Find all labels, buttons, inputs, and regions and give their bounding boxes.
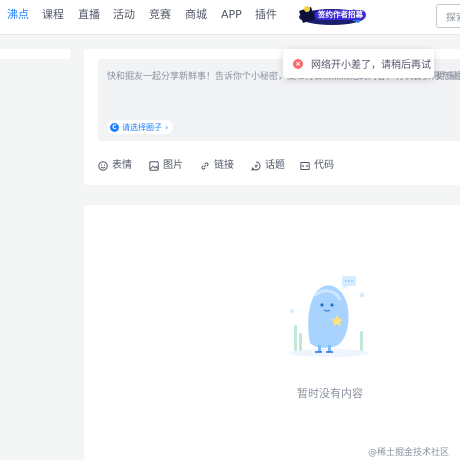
emoji-icon xyxy=(98,161,108,171)
link-button[interactable]: 链接 xyxy=(200,160,234,172)
image-icon xyxy=(149,161,159,171)
watermark: @稀土掘金技术社区 xyxy=(368,448,450,458)
top-nav: 沸点 课程 直播 活动 竞赛 商城 APP 插件 签约作者招募 探索 xyxy=(0,0,460,35)
toast-message: 网络开小差了，请稍后再试 xyxy=(311,60,431,71)
left-sidebar xyxy=(0,49,70,59)
nav-item-mall[interactable]: 商城 xyxy=(185,8,207,22)
nav-item-live[interactable]: 直播 xyxy=(78,8,100,22)
search-input[interactable]: 探索 xyxy=(436,4,460,28)
code-icon xyxy=(300,162,310,170)
select-circle-button[interactable]: C 请选择圈子 › xyxy=(107,120,174,134)
emoji-label: 表情 xyxy=(112,160,132,171)
code-label: 代码 xyxy=(314,160,334,171)
nav-item-app[interactable]: APP xyxy=(221,8,242,22)
composer-placeholder-tail: 更多掘 xyxy=(436,72,460,82)
select-circle-label: 请选择圈子 xyxy=(122,122,162,132)
topic-icon: # xyxy=(251,161,261,171)
link-label: 链接 xyxy=(214,160,234,171)
nav-item-competitions[interactable]: 竞赛 xyxy=(149,8,171,22)
promo-banner[interactable]: 签约作者招募 xyxy=(297,3,367,27)
nav-item-events[interactable]: 活动 xyxy=(113,8,135,22)
error-toast: × 网络开小差了，请稍后再试 xyxy=(283,49,434,78)
nav-item-courses[interactable]: 课程 xyxy=(42,8,64,22)
chevron-right-icon: › xyxy=(165,122,169,132)
search-placeholder: 探索 xyxy=(446,13,460,24)
error-icon: × xyxy=(293,58,303,69)
feed-content: 暂时没有内容 xyxy=(84,205,460,460)
empty-state-text: 暂时没有内容 xyxy=(297,387,363,400)
svg-text:#: # xyxy=(254,164,258,170)
code-button[interactable]: 代码 xyxy=(300,160,334,172)
empty-box-illustration xyxy=(289,276,369,357)
image-button[interactable]: 图片 xyxy=(149,160,183,172)
link-icon xyxy=(201,162,209,170)
topic-button[interactable]: # 话题 xyxy=(251,160,285,172)
promo-text: 签约作者招募 xyxy=(315,10,366,20)
nav-item-pins[interactable]: 沸点 xyxy=(7,8,29,22)
image-label: 图片 xyxy=(163,160,183,171)
circle-icon: C xyxy=(110,122,119,132)
topic-label: 话题 xyxy=(265,160,285,171)
emoji-button[interactable]: 表情 xyxy=(98,160,132,172)
nav-item-plugins[interactable]: 插件 xyxy=(255,8,277,22)
